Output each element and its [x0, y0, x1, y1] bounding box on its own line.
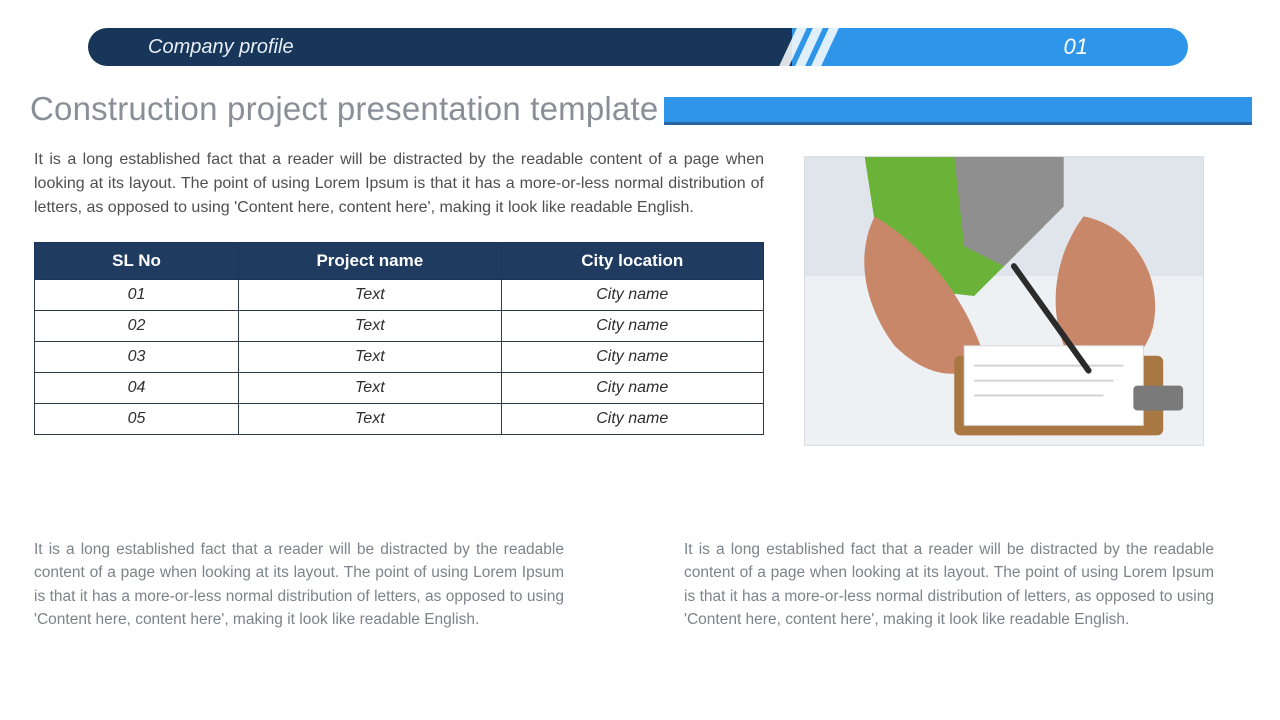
cell-city: City name	[501, 404, 763, 435]
bottom-paragraph-right: It is a long established fact that a rea…	[684, 538, 1214, 631]
slide: Company profile 01 Construction project …	[0, 0, 1280, 720]
cell-city: City name	[501, 311, 763, 342]
cell-city: City name	[501, 342, 763, 373]
cell-name: Text	[239, 280, 501, 311]
cell-city: City name	[501, 280, 763, 311]
cell-name: Text	[239, 404, 501, 435]
projects-table: SL No Project name City location 01 Text…	[34, 242, 764, 435]
table-header-row: SL No Project name City location	[35, 243, 764, 280]
table-header-slno: SL No	[35, 243, 239, 280]
cell-sl: 02	[35, 311, 239, 342]
cell-sl: 01	[35, 280, 239, 311]
intro-paragraph: It is a long established fact that a rea…	[34, 148, 764, 220]
table-header-project: Project name	[239, 243, 501, 280]
photo-construction-worker	[804, 156, 1204, 446]
cell-name: Text	[239, 373, 501, 404]
left-column: It is a long established fact that a rea…	[34, 148, 764, 446]
table-row: 04 Text City name	[35, 373, 764, 404]
body-top: It is a long established fact that a rea…	[34, 148, 1252, 446]
cell-sl: 05	[35, 404, 239, 435]
header-bar: Company profile 01	[88, 28, 1188, 66]
table-row: 01 Text City name	[35, 280, 764, 311]
page-title: Construction project presentation templa…	[30, 90, 664, 128]
title-row: Construction project presentation templa…	[30, 90, 1252, 128]
bottom-row: It is a long established fact that a rea…	[34, 538, 1252, 631]
table-row: 02 Text City name	[35, 311, 764, 342]
cell-city: City name	[501, 373, 763, 404]
table-row: 03 Text City name	[35, 342, 764, 373]
cell-name: Text	[239, 342, 501, 373]
bottom-paragraph-left: It is a long established fact that a rea…	[34, 538, 564, 631]
table-row: 05 Text City name	[35, 404, 764, 435]
header-label: Company profile	[148, 28, 294, 66]
table-header-city: City location	[501, 243, 763, 280]
header-stripes-icon	[776, 28, 919, 66]
right-column	[804, 148, 1252, 446]
cell-sl: 04	[35, 373, 239, 404]
slide-number: 01	[1064, 28, 1088, 66]
cell-name: Text	[239, 311, 501, 342]
title-accent-bar	[664, 97, 1252, 125]
cell-sl: 03	[35, 342, 239, 373]
